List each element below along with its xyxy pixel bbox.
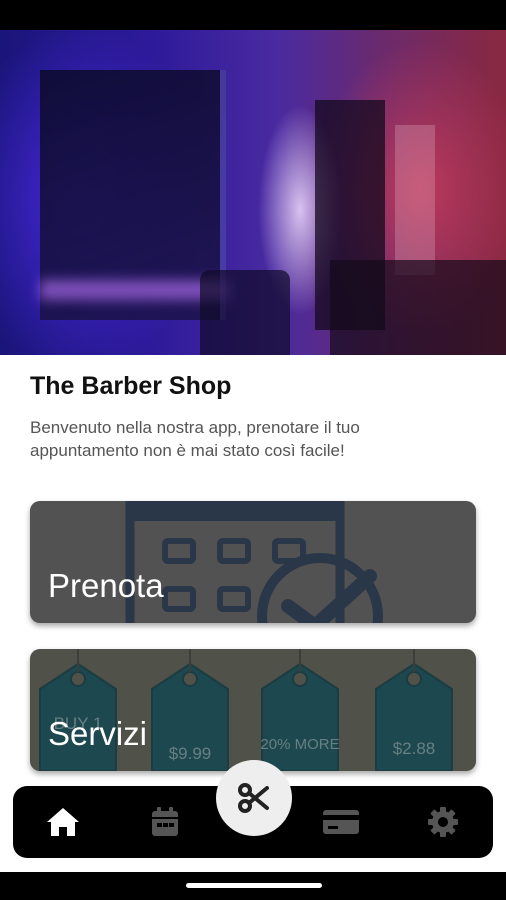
prenota-card[interactable]: Prenota bbox=[30, 501, 476, 623]
scissors-icon bbox=[238, 783, 269, 813]
services-fab-button[interactable] bbox=[216, 760, 292, 836]
credit-card-icon bbox=[323, 810, 359, 834]
home-indicator[interactable] bbox=[186, 883, 322, 888]
shop-description: Benvenuto nella nostra app, prenotare il… bbox=[30, 418, 360, 460]
gear-icon bbox=[428, 807, 458, 837]
hero-image bbox=[0, 30, 506, 355]
nav-payments-button[interactable] bbox=[321, 804, 361, 840]
hero-counter bbox=[330, 260, 506, 355]
nav-calendar-button[interactable] bbox=[145, 804, 185, 840]
servizi-label: Servizi bbox=[48, 715, 148, 752]
hero-shelf-light bbox=[395, 125, 435, 275]
calendar-icon bbox=[152, 807, 178, 836]
nav-settings-button[interactable] bbox=[423, 804, 463, 840]
prenota-label: Prenota bbox=[48, 567, 164, 604]
shop-title: The Barber Shop bbox=[30, 372, 232, 400]
servizi-card[interactable]: BUY 1 $9.99 20% MORE $2.88 Servizi bbox=[30, 649, 476, 771]
nav-home-button[interactable] bbox=[43, 804, 83, 840]
hero-chair bbox=[200, 270, 290, 355]
status-bar bbox=[0, 0, 506, 30]
home-icon bbox=[47, 808, 79, 836]
